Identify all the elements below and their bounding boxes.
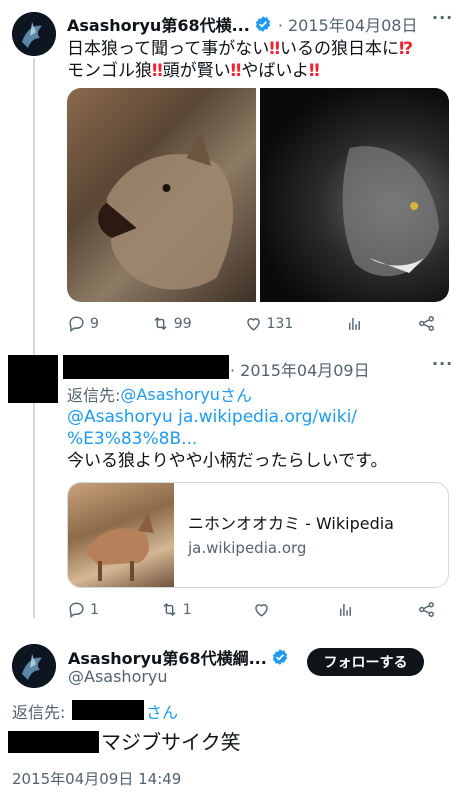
tweet-body: マジブサイク笑 xyxy=(101,730,241,754)
tweet-date[interactable]: · 2015年04月09日 xyxy=(230,357,370,381)
heart-icon xyxy=(246,318,260,331)
card-title: ニホンオオカミ - Wikipedia xyxy=(188,514,394,533)
heart-icon xyxy=(255,604,269,617)
redacted-display-name xyxy=(63,355,229,379)
tweet-text: 日本狼って聞って事がない‼いるの狼日本に⁉ モンゴル狼‼頭が賢い‼やばいよ‼ xyxy=(67,39,414,81)
card-domain: ja.wikipedia.org xyxy=(188,539,307,557)
more-options-icon[interactable]: ··· xyxy=(432,8,453,27)
analytics-icon xyxy=(340,603,352,616)
wolf-photo-1[interactable] xyxy=(67,88,256,302)
tweet-date[interactable]: · 2015年04月08日 xyxy=(278,12,418,36)
reply-count: 1 xyxy=(90,601,99,618)
retweet-button[interactable]: 1 xyxy=(160,600,192,619)
more-options-icon[interactable]: ··· xyxy=(432,354,453,373)
thread-line xyxy=(33,58,35,618)
analytics-button[interactable] xyxy=(345,314,365,333)
retweet-count: 1 xyxy=(182,601,192,618)
like-count: 131 xyxy=(266,315,294,332)
avatar-image xyxy=(12,12,56,56)
url-link-cont[interactable]: %E3%83%8B... xyxy=(67,429,197,449)
share-icon xyxy=(419,316,434,331)
analytics-icon xyxy=(349,317,361,330)
redacted-avatar xyxy=(8,355,58,403)
reply-to-suffix: さん xyxy=(146,703,179,722)
reply-button[interactable]: 1 xyxy=(67,600,99,619)
handle[interactable]: @Asashoryu xyxy=(68,667,168,686)
like-button[interactable]: 131 xyxy=(244,314,294,333)
redacted-mention xyxy=(8,731,99,753)
avatar[interactable] xyxy=(12,12,56,56)
reply-to-handle[interactable]: @Asashoryu xyxy=(120,385,220,404)
retweet-icon xyxy=(163,602,176,617)
verified-badge-icon xyxy=(255,16,271,32)
share-icon xyxy=(419,602,434,617)
follow-button[interactable]: フォローする xyxy=(307,648,424,676)
reply-count: 9 xyxy=(90,315,99,332)
avatar[interactable] xyxy=(12,644,56,688)
media-grid[interactable] xyxy=(67,88,449,302)
share-button[interactable] xyxy=(417,600,437,619)
tweet-actions: 1 1 xyxy=(67,600,437,619)
card-image xyxy=(68,483,174,587)
retweet-icon xyxy=(154,316,167,331)
reply-to-label: 返信先: xyxy=(12,703,66,722)
tweet-timestamp[interactable]: 2015年04月09日 14:49 xyxy=(12,768,181,789)
reply-button[interactable]: 9 xyxy=(67,314,99,333)
display-name[interactable]: Asashoryu第68代横... xyxy=(67,12,250,36)
share-button[interactable] xyxy=(417,314,437,333)
retweet-button[interactable]: 99 xyxy=(151,314,192,333)
avatar-image xyxy=(12,644,56,688)
tweet-text: @Asashoryu ja.wikipedia.org/wiki/ %E3%83… xyxy=(67,406,387,472)
analytics-button[interactable] xyxy=(336,600,356,619)
url-link[interactable]: ja.wikipedia.org/wiki/ xyxy=(173,407,357,427)
tweet-actions: 9 99 131 xyxy=(67,314,437,333)
reply-to-label: 返信先: xyxy=(67,386,121,405)
retweet-count: 99 xyxy=(173,315,192,332)
mention-link[interactable]: @Asashoryu xyxy=(67,407,173,427)
reply-icon xyxy=(69,602,84,619)
verified-badge-icon xyxy=(272,649,288,665)
display-name[interactable]: Asashoryu第68代横綱... xyxy=(68,645,267,669)
tweet-body: 今いる狼よりやや小柄だったらしいです。 xyxy=(67,451,388,471)
redacted-handle xyxy=(72,700,144,720)
reply-to-suffix: さん xyxy=(219,386,252,405)
link-card[interactable]: ニホンオオカミ - Wikipedia ja.wikipedia.org xyxy=(67,482,449,588)
like-button[interactable] xyxy=(252,600,275,619)
wolf-photo-2[interactable] xyxy=(260,88,449,302)
reply-icon xyxy=(69,316,84,333)
